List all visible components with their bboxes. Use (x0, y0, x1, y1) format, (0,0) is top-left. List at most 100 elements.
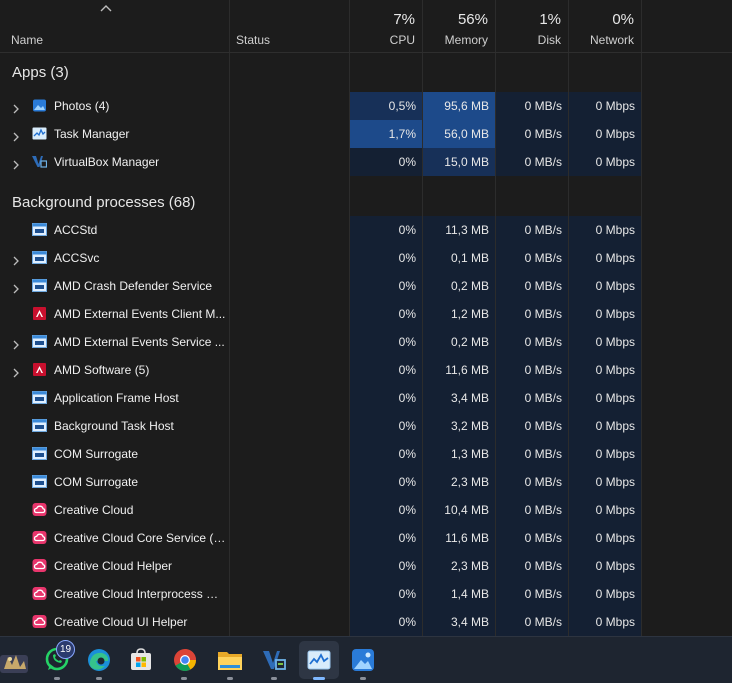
window-icon (32, 251, 47, 264)
process-row[interactable]: Creative Cloud UI Helper 0% 3,4 MB 0 MB/s 0 … (0, 608, 732, 636)
task-manager-icon (307, 650, 331, 670)
process-name: VirtualBox Manager (54, 155, 160, 169)
network-usage-cell: 0 Mbps (569, 92, 641, 120)
column-header-network[interactable]: 0% Network (569, 0, 641, 52)
cpu-label: CPU (389, 33, 415, 47)
cpu-usage-cell: 0% (350, 148, 422, 176)
process-row[interactable]: Task Manager 1,7% 56,0 MB 0 MB/s 0 Mbps (0, 120, 732, 148)
chrome-icon (174, 649, 196, 671)
column-header-memory[interactable]: 56% Memory (423, 0, 495, 52)
chevron-right-icon[interactable] (11, 281, 21, 294)
taskbar-edge[interactable] (79, 637, 119, 683)
taskbar-photos[interactable] (343, 637, 383, 683)
cpu-usage-cell: 0% (350, 300, 422, 328)
virtualbox-icon (32, 155, 48, 168)
network-usage-cell: 0 Mbps (569, 496, 641, 524)
cpu-usage-cell: 0% (350, 356, 422, 384)
cpu-usage-cell: 0% (350, 608, 422, 636)
widgets-button[interactable] (0, 637, 40, 683)
network-usage-cell: 0 Mbps (569, 356, 641, 384)
disk-usage-cell: 0 MB/s (496, 356, 568, 384)
cpu-usage-cell: 0% (350, 552, 422, 580)
disk-total-percent: 1% (539, 11, 561, 28)
network-usage-cell: 0 Mbps (569, 216, 641, 244)
process-row[interactable]: AMD External Events Client M... 0% 1,2 MB 0… (0, 300, 732, 328)
process-name: AMD External Events Service ... (54, 335, 225, 349)
column-header-status[interactable]: Status (229, 0, 349, 52)
taskbar-file-explorer[interactable] (210, 637, 250, 683)
chevron-right-icon[interactable] (11, 253, 21, 266)
chevron-right-icon[interactable] (11, 337, 21, 350)
disk-usage-cell: 0 MB/s (496, 552, 568, 580)
taskbar: 19 (0, 636, 732, 683)
column-header: Name Status 7% CPU 56% Memory 1% Disk 0%… (0, 0, 732, 53)
process-name: Creative Cloud Helper (54, 559, 173, 573)
microsoft-store-icon (131, 648, 151, 670)
memory-usage-cell: 1,4 MB (423, 580, 495, 608)
window-icon (32, 475, 47, 488)
process-row[interactable]: AMD External Events Service ... 0% 0,2 MB 0… (0, 328, 732, 356)
process-row[interactable]: ACCSvc 0% 0,1 MB 0 MB/s 0 Mbps (0, 244, 732, 272)
cpu-usage-cell: 0% (350, 580, 422, 608)
cpu-total-percent: 7% (393, 11, 415, 28)
section-header-apps: Apps (3) (0, 52, 732, 92)
disk-usage-cell: 0 MB/s (496, 580, 568, 608)
taskbar-chrome[interactable] (164, 637, 204, 683)
process-row[interactable]: AMD Crash Defender Service 0% 0,2 MB 0 MB/s… (0, 272, 732, 300)
task-manager-processes-view: Name Status 7% CPU 56% Memory 1% Disk 0%… (0, 0, 732, 636)
process-row[interactable]: COM Surrogate 0% 2,3 MB 0 MB/s 0 Mbps (0, 468, 732, 496)
memory-usage-cell: 0,2 MB (423, 272, 495, 300)
edge-icon (88, 649, 110, 671)
photos-icon (352, 649, 374, 671)
disk-usage-cell: 0 MB/s (496, 608, 568, 636)
network-usage-cell: 0 Mbps (569, 412, 641, 440)
memory-usage-cell: 10,4 MB (423, 496, 495, 524)
process-row[interactable]: Creative Cloud Interprocess Se... 0% 1,4 M… (0, 580, 732, 608)
column-header-cpu[interactable]: 7% CPU (350, 0, 422, 52)
process-row[interactable]: AMD Software (5) 0% 11,6 MB 0 MB/s 0 Mbps (0, 356, 732, 384)
network-label: Network (589, 33, 634, 47)
process-row[interactable]: ACCStd 0% 11,3 MB 0 MB/s 0 Mbps (0, 216, 732, 244)
process-row[interactable]: Application Frame Host 0% 3,4 MB 0 MB/s 0 Mb… (0, 384, 732, 412)
process-name: Task Manager (54, 127, 130, 141)
taskbar-microsoft-store[interactable] (121, 637, 161, 683)
process-name: Creative Cloud (54, 503, 134, 517)
chevron-right-icon[interactable] (11, 365, 21, 378)
memory-usage-cell: 11,6 MB (423, 524, 495, 552)
process-row[interactable]: Photos (4) 0,5% 95,6 MB 0 MB/s 0 Mbps (0, 92, 732, 120)
column-header-disk[interactable]: 1% Disk (496, 0, 568, 52)
network-usage-cell: 0 Mbps (569, 148, 641, 176)
process-row[interactable]: VirtualBox Manager 0% 15,0 MB 0 MB/s 0 Mbps (0, 148, 732, 176)
chevron-right-icon[interactable] (11, 101, 21, 114)
disk-usage-cell: 0 MB/s (496, 468, 568, 496)
disk-usage-cell: 0 MB/s (496, 384, 568, 412)
taskbar-task-manager[interactable] (299, 637, 339, 683)
memory-usage-cell: 11,3 MB (423, 216, 495, 244)
process-row[interactable]: Background Task Host 0% 3,2 MB 0 MB/s 0 Mbps (0, 412, 732, 440)
taskbar-virtualbox[interactable] (254, 637, 294, 683)
cpu-usage-cell: 0% (350, 244, 422, 272)
running-indicator (360, 677, 366, 680)
network-usage-cell: 0 Mbps (569, 120, 641, 148)
network-usage-cell: 0 Mbps (569, 552, 641, 580)
process-row[interactable]: Creative Cloud Helper 0% 2,3 MB 0 MB/s 0 Mbp… (0, 552, 732, 580)
disk-usage-cell: 0 MB/s (496, 496, 568, 524)
network-usage-cell: 0 Mbps (569, 440, 641, 468)
disk-usage-cell: 0 MB/s (496, 328, 568, 356)
memory-usage-cell: 3,4 MB (423, 608, 495, 636)
process-name: Background Task Host (54, 419, 174, 433)
window-icon (32, 279, 47, 292)
window-icon (32, 447, 47, 460)
widgets-icon (0, 655, 28, 673)
chevron-right-icon[interactable] (11, 129, 21, 142)
process-row[interactable]: COM Surrogate 0% 1,3 MB 0 MB/s 0 Mbps (0, 440, 732, 468)
process-row[interactable]: Creative Cloud Core Service (3... 0% 11,6 … (0, 524, 732, 552)
network-usage-cell: 0 Mbps (569, 580, 641, 608)
chevron-right-icon[interactable] (11, 157, 21, 170)
process-row[interactable]: Creative Cloud 0% 10,4 MB 0 MB/s 0 Mbps (0, 496, 732, 524)
column-header-name[interactable]: Name (0, 0, 229, 52)
window-icon (32, 223, 47, 236)
disk-usage-cell: 0 MB/s (496, 300, 568, 328)
column-name-label: Name (11, 33, 44, 47)
memory-usage-cell: 3,2 MB (423, 412, 495, 440)
